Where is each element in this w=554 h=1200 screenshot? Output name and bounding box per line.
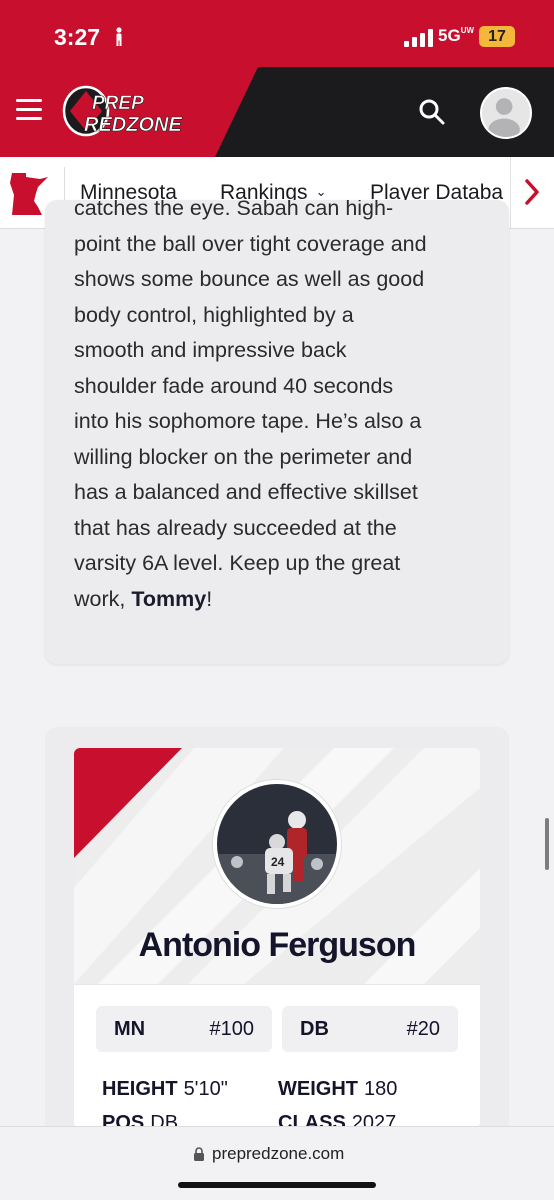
article-line: varsity 6A level. Keep up the great (74, 551, 401, 575)
minnesota-map-icon[interactable] (10, 171, 50, 217)
article-line: work, Tommy! (74, 586, 213, 611)
article-line: smooth and impressive back (74, 338, 347, 362)
site-header: PREP REDZONE (0, 67, 554, 157)
position-rank: #20 (406, 1018, 440, 1040)
article-line: has a balanced and effective skillset (74, 480, 418, 504)
user-avatar-icon[interactable] (480, 87, 532, 139)
browser-url-bar[interactable]: prepredzone.com (0, 1126, 554, 1200)
signal-icon (404, 29, 433, 47)
player-name[interactable]: Antonio Ferguson (74, 926, 480, 965)
home-indicator (178, 1182, 376, 1188)
search-icon[interactable] (418, 98, 446, 126)
article-line: point the ball over tight coverage and (74, 231, 427, 256)
player-action-photo: 24 (217, 784, 337, 904)
url-text[interactable]: prepredzone.com (212, 1144, 344, 1164)
article-line: into his sophomore tape. He’s also a (74, 409, 422, 433)
state-rank-box[interactable]: MN #100 (96, 1006, 272, 1052)
article-line: willing blocker on the perimeter and (74, 444, 413, 469)
article-line: shows some bounce as well as good (74, 267, 425, 291)
hamburger-icon[interactable] (16, 99, 42, 123)
weight-attr: WEIGHT 180 (278, 1078, 398, 1100)
network-label: 5GUW (438, 26, 475, 45)
article-line: shoulder fade around 40 seconds (74, 373, 394, 398)
status-time: 3:27 (54, 24, 101, 50)
position-rank-box[interactable]: DB #20 (282, 1006, 458, 1052)
state-rank: #100 (209, 1018, 255, 1040)
logo-text-redzone: REDZONE (84, 114, 182, 136)
site-logo[interactable]: PREP REDZONE (62, 85, 202, 137)
article-line: that has already succeeded at the (74, 515, 397, 540)
player-card[interactable]: 24 Antonio Ferguson MN #100 DB #20 HEIGH… (74, 748, 480, 1128)
article-line: catches the eye. Sabah can high- (74, 200, 394, 220)
height-attr: HEIGHT 5'10" (102, 1078, 228, 1100)
player-mention: Tommy (131, 586, 207, 611)
lock-icon (194, 1147, 204, 1161)
article-line: body control, highlighted by a (74, 302, 354, 327)
scroll-indicator[interactable] (545, 818, 549, 870)
battery-indicator: 17 (479, 26, 515, 47)
article-card: catches the eye. Sabah can high- point t… (45, 200, 509, 664)
person-icon (116, 27, 122, 46)
player-photo: 24 (213, 780, 341, 908)
svg-text:24: 24 (271, 855, 285, 869)
status-bar: 3:27 5GUW 17 (0, 0, 554, 67)
position-label: DB (300, 1018, 329, 1040)
article-body: catches the eye. Sabah can high- point t… (74, 200, 494, 617)
logo-text-prep: PREP (92, 93, 144, 114)
player-card-header: 24 Antonio Ferguson (74, 748, 480, 984)
chevron-right-icon[interactable] (524, 177, 540, 207)
card-divider (74, 984, 480, 985)
chevron-down-icon: ⌄ (315, 184, 327, 199)
state-label: MN (114, 1018, 146, 1040)
